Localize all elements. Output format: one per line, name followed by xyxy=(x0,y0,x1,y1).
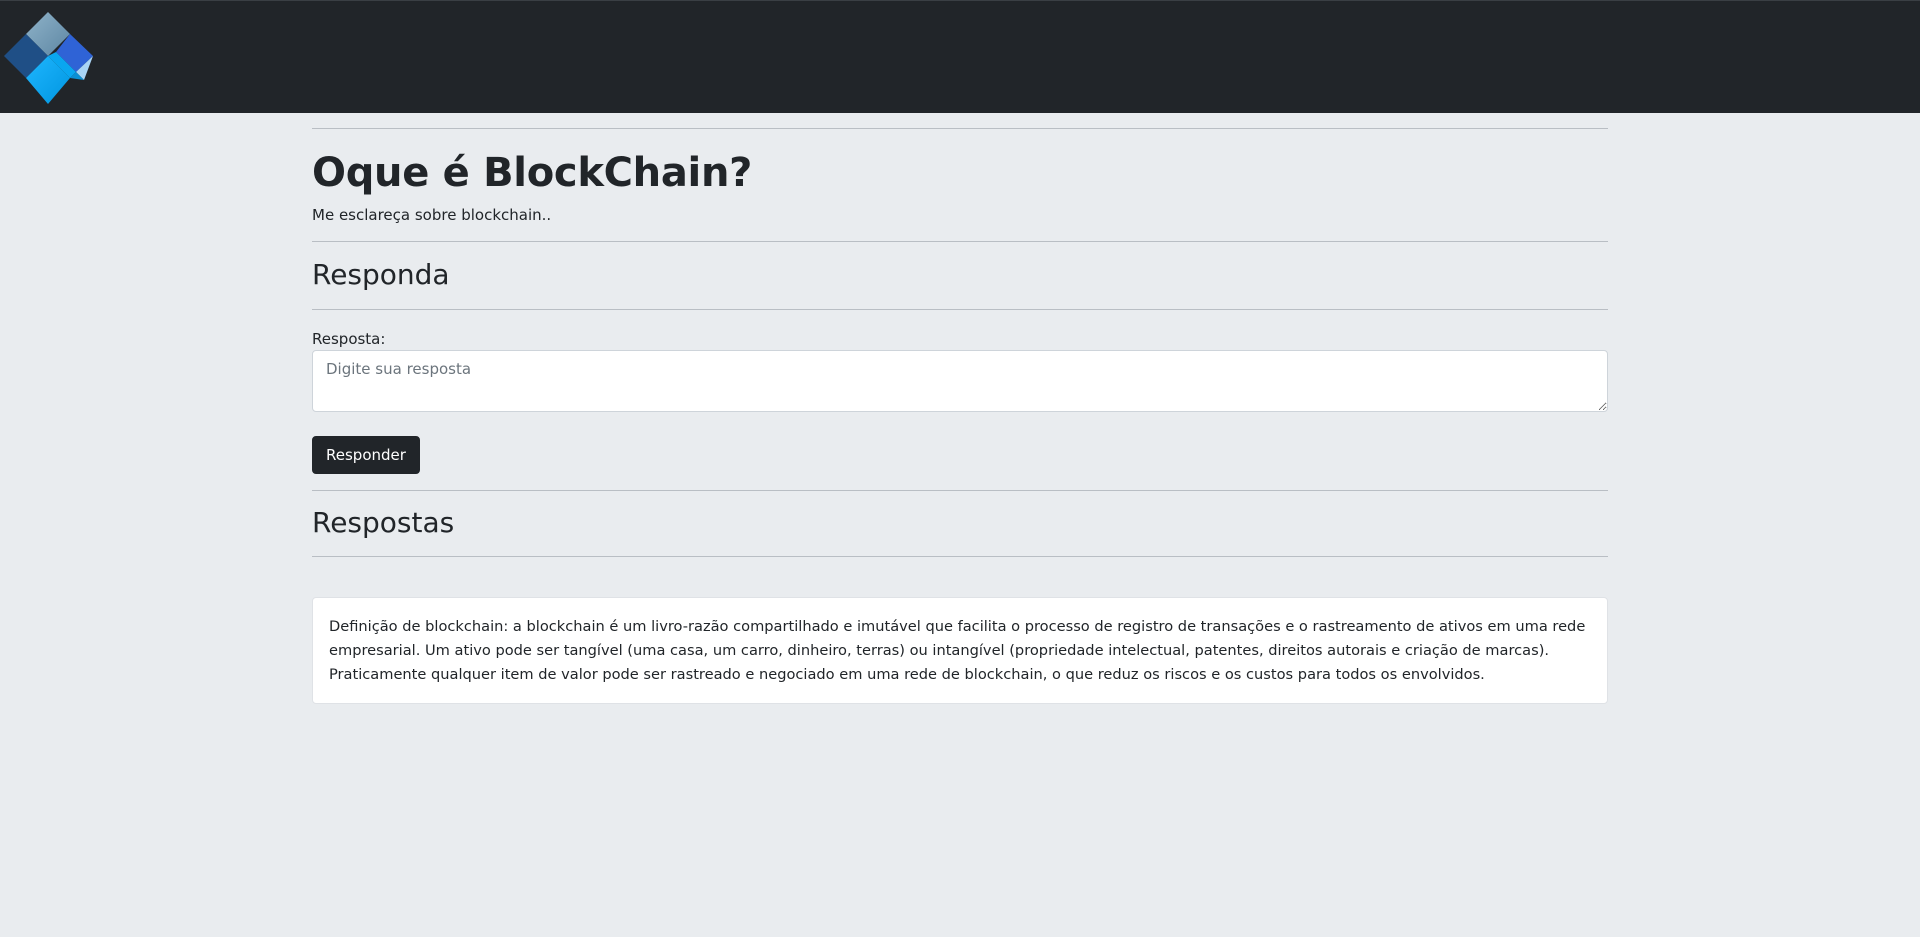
divider xyxy=(312,556,1608,557)
question-description: Me esclareça sobre blockchain.. xyxy=(312,206,552,224)
divider xyxy=(312,309,1608,310)
divider xyxy=(312,128,1608,129)
answer-form-heading: Responda xyxy=(312,258,450,291)
answer-label: Resposta: xyxy=(312,330,386,348)
answers-heading: Respostas xyxy=(312,506,455,539)
answer-textarea[interactable] xyxy=(312,350,1608,412)
answer-text: Definição de blockchain: a blockchain é … xyxy=(329,618,1586,683)
divider xyxy=(312,490,1608,491)
submit-answer-button[interactable]: Responder xyxy=(312,436,420,474)
blockchain-logo-icon[interactable] xyxy=(0,10,96,106)
answer-card: Definição de blockchain: a blockchain é … xyxy=(312,597,1608,704)
divider xyxy=(312,241,1608,242)
question-title: Oque é BlockChain? xyxy=(312,150,753,196)
navbar xyxy=(0,0,1920,113)
